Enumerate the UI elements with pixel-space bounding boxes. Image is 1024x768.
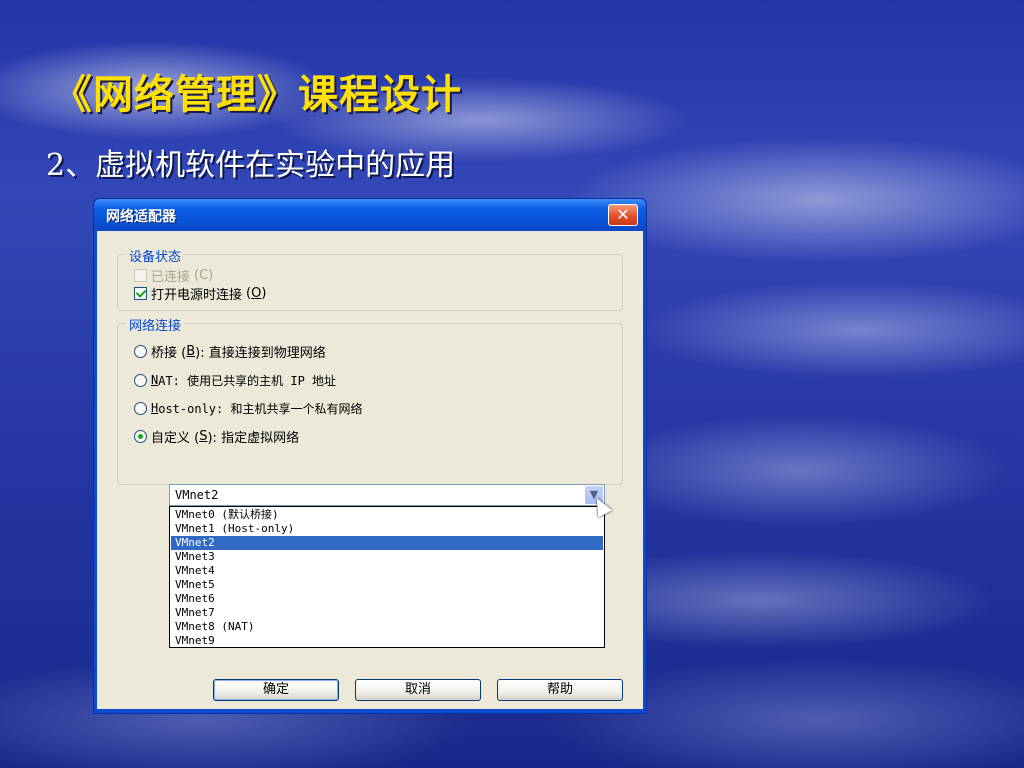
dropdown-option-vmnet0[interactable]: VMnet0 (默认桥接): [171, 508, 603, 522]
host-only-post: ost-only: 和主机共享一个私有网络: [158, 401, 363, 416]
dropdown-option-vmnet3[interactable]: VMnet3: [171, 550, 603, 564]
network-adapter-dialog: 网络适配器 ✕ 设备状态 已连接 (C) 打开电源时连接 (O) 网络连接 桥接…: [93, 198, 647, 714]
network-connection-group: 网络连接 桥接 (B): 直接连接到物理网络 N AT: 使用已共享的主机 IP …: [117, 315, 623, 485]
connected-label: 已连接: [151, 269, 191, 285]
dropdown-option-vmnet1[interactable]: VMnet1 (Host-only): [171, 522, 603, 536]
close-button[interactable]: ✕: [608, 204, 638, 226]
close-icon: ✕: [616, 205, 630, 224]
nat-post: AT: 使用已共享的主机 IP 地址: [158, 373, 337, 388]
dropdown-option-vmnet8[interactable]: VMnet8 (NAT): [171, 620, 603, 634]
power-on-connect-checkbox[interactable]: [134, 286, 147, 300]
device-status-legend: 设备状态: [126, 246, 185, 265]
custom-post: ): 指定虚拟网络: [207, 430, 300, 446]
connected-checkbox: [134, 268, 147, 282]
bridged-key: B: [186, 343, 196, 359]
nat-radio[interactable]: [134, 373, 147, 387]
host-only-radio-row[interactable]: Host-only: 和主机共享一个私有网络: [134, 399, 362, 417]
dialog-client-area: 设备状态 已连接 (C) 打开电源时连接 (O) 网络连接 桥接 (B): 直接…: [97, 231, 643, 709]
bridged-radio[interactable]: [134, 344, 147, 358]
host-only-radio[interactable]: [134, 401, 147, 415]
dropdown-option-vmnet2[interactable]: VMnet2: [171, 536, 603, 550]
bridged-radio-row[interactable]: 桥接 (B): 直接连接到物理网络: [134, 342, 326, 361]
slide-subtitle: 2、虚拟机软件在实验中的应用: [46, 148, 456, 183]
power-on-connect-label: 打开电源时连接: [151, 287, 243, 303]
dropdown-option-vmnet7[interactable]: VMnet7: [171, 606, 603, 620]
connected-checkbox-row: 已连接 (C): [134, 266, 214, 285]
dialog-titlebar[interactable]: 网络适配器 ✕: [94, 199, 646, 231]
custom-pre: 自定义 (: [151, 430, 200, 446]
host-only-key: H: [151, 401, 159, 415]
power-on-accel-key: O: [251, 285, 262, 301]
vmnet-select-value: VMnet2: [175, 488, 219, 502]
dialog-title: 网络适配器: [106, 209, 176, 225]
custom-radio-row[interactable]: 自定义 (S): 指定虚拟网络: [134, 427, 300, 446]
dropdown-option-vmnet9[interactable]: VMnet9: [171, 634, 603, 648]
network-connection-legend: 网络连接: [126, 315, 185, 334]
help-button[interactable]: 帮助: [497, 679, 623, 701]
bridged-pre: 桥接 (: [151, 345, 187, 361]
dropdown-option-vmnet4[interactable]: VMnet4: [171, 564, 603, 578]
slide-title: 《网络管理》课程设计: [52, 71, 462, 118]
vmnet-dropdown-list[interactable]: VMnet0 (默认桥接) VMnet1 (Host-only) VMnet2 …: [169, 506, 605, 648]
dropdown-option-vmnet6[interactable]: VMnet6: [171, 592, 603, 606]
power-on-connect-row[interactable]: 打开电源时连接 (O): [134, 284, 267, 303]
device-status-group: 设备状态 已连接 (C) 打开电源时连接 (O): [117, 246, 623, 311]
power-on-accel-close: ): [261, 285, 267, 301]
ok-button-footer[interactable]: 确定: [213, 679, 339, 701]
nat-radio-row[interactable]: N AT: 使用已共享的主机 IP 地址: [134, 371, 336, 389]
connected-accel: (C): [194, 267, 214, 283]
bridged-post: ): 直接连接到物理网络: [195, 345, 326, 361]
nat-key: N: [151, 373, 159, 387]
custom-key: S: [199, 428, 208, 444]
cancel-button[interactable]: 取消: [355, 679, 481, 701]
dropdown-option-vmnet5[interactable]: VMnet5: [171, 578, 603, 592]
custom-radio[interactable]: [134, 429, 147, 443]
vmnet-select[interactable]: VMnet2 ▼: [169, 484, 605, 506]
